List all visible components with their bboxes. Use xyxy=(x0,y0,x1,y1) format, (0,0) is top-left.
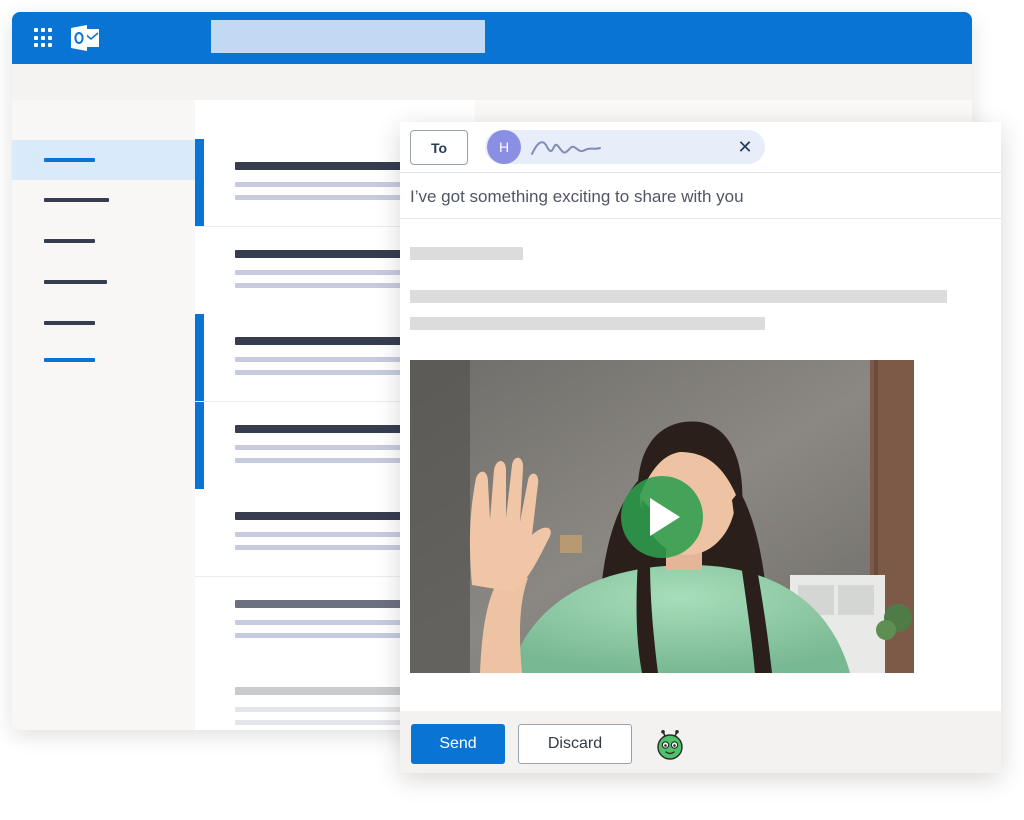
recipient-chip[interactable]: H ✕ xyxy=(485,130,765,164)
video-thumbnail[interactable] xyxy=(410,360,914,673)
folder-label-placeholder xyxy=(44,321,95,325)
folder-item[interactable] xyxy=(12,221,195,261)
folder-item[interactable] xyxy=(12,303,195,343)
to-button[interactable]: To xyxy=(410,130,468,165)
folder-item[interactable] xyxy=(12,262,195,302)
close-icon[interactable]: ✕ xyxy=(734,137,756,157)
folder-pane xyxy=(12,100,195,730)
unread-indicator xyxy=(195,314,204,401)
folder-item[interactable] xyxy=(12,180,195,220)
send-button[interactable]: Send xyxy=(411,724,505,764)
folder-item[interactable] xyxy=(12,340,195,380)
discard-button[interactable]: Discard xyxy=(518,724,632,764)
top-bar xyxy=(12,12,972,64)
subject-field[interactable]: I’ve got something exciting to share wit… xyxy=(410,186,970,208)
ribbon xyxy=(12,64,972,100)
folder-label-placeholder xyxy=(44,198,109,202)
folder-label-placeholder xyxy=(44,158,95,162)
folder-label-placeholder xyxy=(44,358,95,362)
subject-divider xyxy=(400,218,1001,219)
folder-label-placeholder xyxy=(44,280,107,284)
unread-indicator xyxy=(195,402,204,489)
green-robot-icon[interactable] xyxy=(655,730,685,760)
text-placeholder xyxy=(410,247,523,260)
folder-label-placeholder xyxy=(44,239,95,243)
unread-indicator xyxy=(195,139,204,226)
outlook-logo-icon xyxy=(71,25,99,51)
folder-item-selected[interactable] xyxy=(12,140,195,180)
recipient-avatar: H xyxy=(487,130,521,164)
app-launcher-icon[interactable] xyxy=(34,28,54,48)
header-divider xyxy=(400,172,1001,173)
signature-image xyxy=(531,141,601,155)
text-placeholder xyxy=(410,317,765,330)
compose-window: To H ✕ I’ve got something exciting to sh… xyxy=(400,122,1001,773)
search-input[interactable] xyxy=(211,20,485,53)
video-image xyxy=(410,360,914,673)
text-placeholder xyxy=(410,290,947,303)
compose-footer: Send Discard xyxy=(400,711,1001,773)
